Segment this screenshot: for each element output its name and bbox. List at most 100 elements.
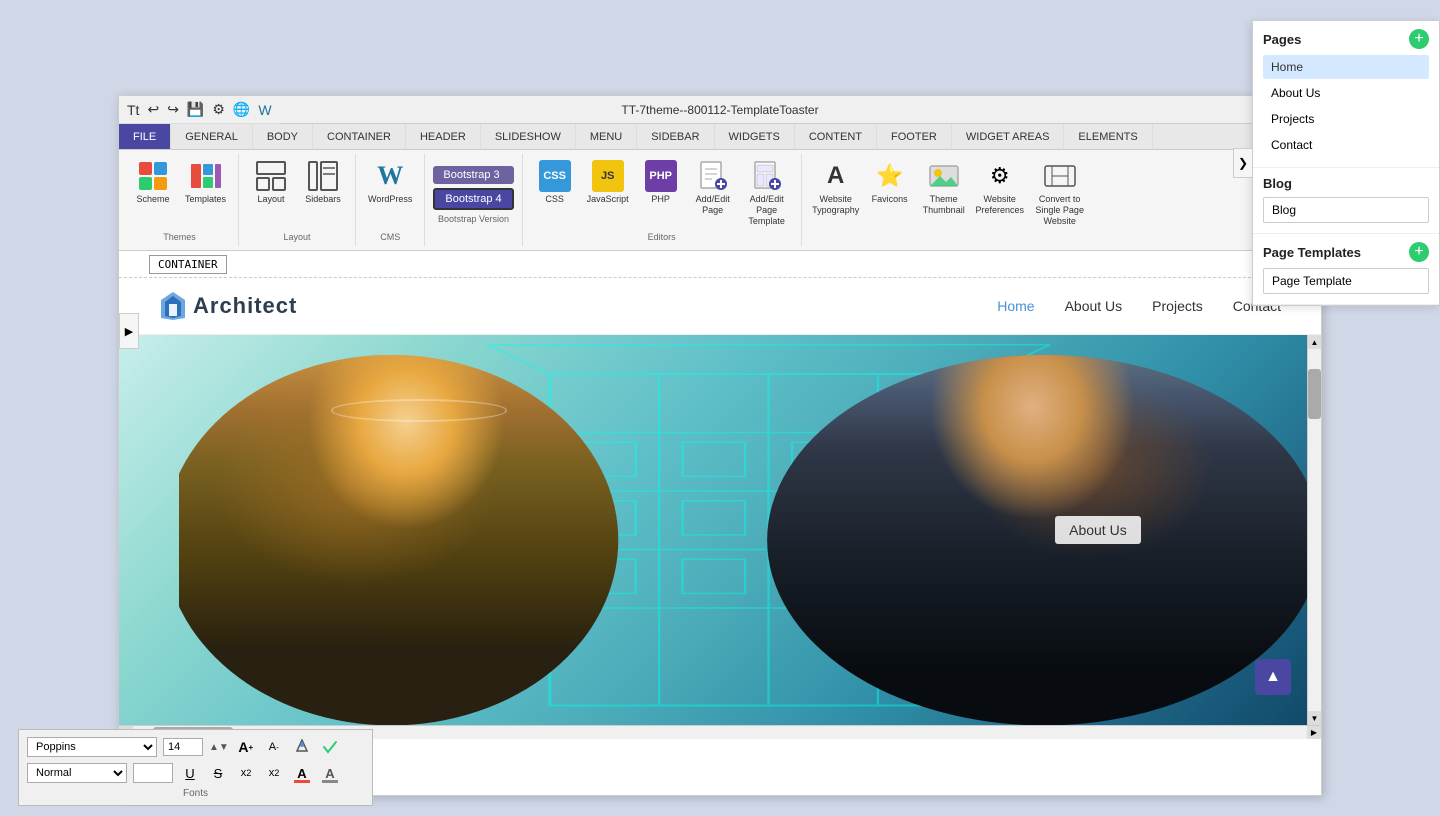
preferences-button[interactable]: ⚙ Website Preferences (974, 158, 1026, 218)
sidebars-icon (307, 160, 339, 192)
javascript-button[interactable]: JS JavaScript (583, 158, 633, 207)
font-family-select[interactable]: Poppins Arial Roboto (27, 737, 157, 757)
panel-collapse-button[interactable]: ❯ (1233, 148, 1253, 178)
ribbon-content: Scheme Templates Themes (119, 150, 1321, 251)
php-icon: PHP (645, 160, 677, 192)
nav-home[interactable]: Home (997, 298, 1034, 314)
scrollbar-thumb[interactable] (1308, 369, 1321, 419)
font-apply-button[interactable] (319, 736, 341, 758)
icon-save[interactable]: 💾 (185, 99, 206, 120)
ribbon-group-themes: Scheme Templates Themes (121, 154, 239, 246)
blog-header: Blog (1263, 176, 1429, 191)
php-button[interactable]: PHP PHP (637, 158, 685, 207)
php-label: PHP (651, 194, 670, 205)
pages-section: Pages + Home About Us Projects Contact (1253, 21, 1439, 168)
font-size-input[interactable] (163, 738, 203, 756)
font-style-select[interactable]: Normal Bold Italic (27, 763, 127, 783)
scrollbar-track (1308, 349, 1321, 711)
strikethrough-button[interactable]: S (207, 762, 229, 784)
bootstrap-options: Bootstrap 3 Bootstrap 4 (433, 166, 513, 210)
container-banner: CONTAINER (119, 251, 1321, 278)
tab-menu[interactable]: MENU (576, 124, 637, 149)
nav-projects[interactable]: Projects (1152, 298, 1203, 314)
add-edit-page-button[interactable]: Add/Edit Page (689, 158, 737, 218)
js-icon: JS (592, 160, 624, 192)
js-label: JavaScript (587, 194, 629, 205)
bootstrap4-button[interactable]: Bootstrap 4 (433, 188, 513, 210)
superscript-button[interactable]: x2 (263, 762, 285, 784)
convert-button[interactable]: Convert to Single Page Website (1030, 158, 1090, 228)
tab-file[interactable]: FILE (119, 124, 171, 149)
subscript-button[interactable]: x2 (235, 762, 257, 784)
bootstrap-group-label: Bootstrap Version (438, 214, 509, 224)
scroll-up-button[interactable]: ▲ (1255, 659, 1291, 695)
icon-undo[interactable]: ↩ (145, 99, 161, 120)
tab-general[interactable]: GENERAL (171, 124, 253, 149)
ribbon-group-editors: CSS CSS JS JavaScript PHP PHP (523, 154, 802, 246)
scheme-button[interactable]: Scheme (129, 158, 177, 228)
font-color-picker-button[interactable] (291, 736, 313, 758)
template-item[interactable]: Page Template (1263, 268, 1429, 294)
bootstrap3-button[interactable]: Bootstrap 3 (433, 166, 513, 184)
icon-redo[interactable]: ↪ (165, 99, 181, 120)
tab-slideshow[interactable]: SLIDESHOW (481, 124, 576, 149)
collapse-preview-arrow[interactable]: ▶ (119, 313, 139, 349)
figure-man (744, 355, 1321, 726)
blog-section: Blog Blog (1253, 168, 1439, 234)
text-color-button[interactable]: A (291, 762, 313, 784)
font-shrink-button[interactable]: A- (263, 736, 285, 758)
templates-button[interactable]: Templates (181, 158, 230, 228)
sidebars-button[interactable]: Sidebars (299, 158, 347, 228)
page-item-contact[interactable]: Contact (1263, 133, 1429, 157)
highlight-color-button[interactable]: A (319, 762, 341, 784)
nav-about[interactable]: About Us (1065, 298, 1123, 314)
size-spinner-arrows[interactable]: ▲▼ (209, 742, 229, 753)
scrollbar-down-arrow[interactable]: ▼ (1308, 711, 1321, 725)
tab-widget-areas[interactable]: WIDGET AREAS (952, 124, 1065, 149)
icon-tt[interactable]: Tt (125, 100, 141, 120)
ribbon-tabs: FILE GENERAL BODY CONTAINER HEADER SLIDE… (119, 124, 1321, 150)
layout-button[interactable]: Layout (247, 158, 295, 228)
templates-icon (190, 160, 222, 192)
tab-widgets[interactable]: WIDGETS (715, 124, 795, 149)
add-edit-template-button[interactable]: Add/Edit Page Template (741, 158, 793, 228)
add-page-button[interactable]: + (1409, 29, 1429, 49)
ribbon-group-cms: W WordPress CMS (356, 154, 425, 246)
wordpress-button[interactable]: W WordPress (364, 158, 416, 228)
icon-wordpress[interactable]: W (256, 100, 273, 120)
tab-elements[interactable]: ELEMENTS (1064, 124, 1152, 149)
icon-browser[interactable]: 🌐 (231, 99, 252, 120)
tab-content[interactable]: CONTENT (795, 124, 877, 149)
typography-button[interactable]: A Website Typography (810, 158, 862, 218)
css-button[interactable]: CSS CSS (531, 158, 579, 207)
wordpress-icon: W (374, 160, 406, 192)
add-template-icon (751, 160, 783, 192)
css-icon: CSS (539, 160, 571, 192)
scrollbar-up-arrow[interactable]: ▲ (1308, 335, 1321, 349)
scrollbar-right-arrow[interactable]: ▶ (1307, 726, 1321, 740)
page-templates-title: Page Templates (1263, 245, 1361, 260)
thumbnail-button[interactable]: Theme Thumbnail (918, 158, 970, 218)
color-swatch[interactable] (133, 763, 173, 783)
hero-image: About Us ▲ ▲ ▼ (119, 335, 1321, 725)
blog-item[interactable]: Blog (1263, 197, 1429, 223)
add-template-panel-button[interactable]: + (1409, 242, 1429, 262)
vertical-scrollbar[interactable]: ▲ ▼ (1307, 335, 1321, 725)
tab-container[interactable]: CONTAINER (313, 124, 406, 149)
tab-header[interactable]: HEADER (406, 124, 481, 149)
tab-body[interactable]: BODY (253, 124, 313, 149)
page-item-about[interactable]: About Us (1263, 81, 1429, 105)
layout-icon (255, 160, 287, 192)
layout-buttons: Layout Sidebars (247, 158, 347, 228)
page-item-projects[interactable]: Projects (1263, 107, 1429, 131)
font-grow-button[interactable]: A+ (235, 736, 257, 758)
cms-group-label: CMS (380, 232, 400, 242)
favicons-button[interactable]: ⭐ Favicons (866, 158, 914, 207)
title-bar: Tt ↩ ↪ 💾 ⚙ 🌐 W TT-7theme--800112-Templat… (119, 96, 1321, 124)
icon-settings[interactable]: ⚙ (210, 99, 227, 120)
tab-footer[interactable]: FOOTER (877, 124, 952, 149)
underline-button[interactable]: U (179, 762, 201, 784)
page-item-home[interactable]: Home (1263, 55, 1429, 79)
tab-sidebar[interactable]: SIDEBAR (637, 124, 714, 149)
pages-title: Pages (1263, 32, 1301, 47)
